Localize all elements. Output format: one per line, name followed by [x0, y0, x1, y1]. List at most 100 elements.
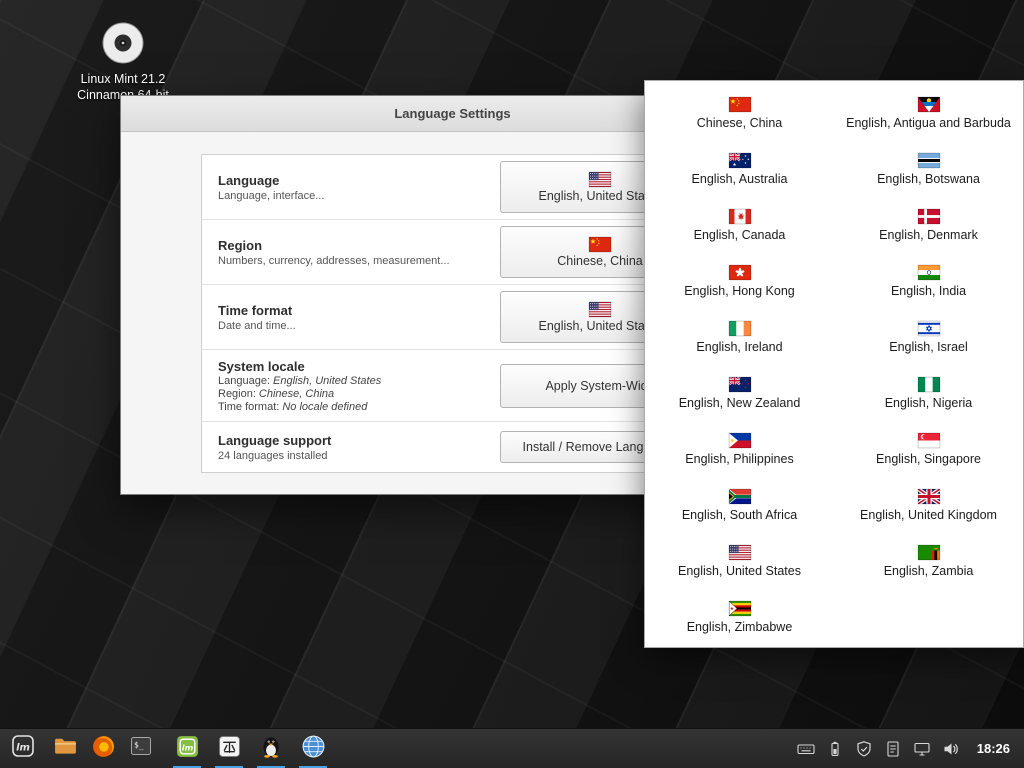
row-subtitle-language: Language, interface...	[218, 190, 324, 202]
window-title: Language Settings	[394, 106, 510, 121]
files-launcher[interactable]	[46, 729, 84, 768]
keyboard-tray-icon[interactable]	[797, 740, 815, 758]
language-option[interactable]: English, Ireland	[645, 309, 834, 365]
china-flag-icon	[589, 237, 611, 252]
language-selection-popup: Chinese, China English, Antigua and Barbu…	[644, 80, 1024, 648]
menu-button[interactable]: lm	[0, 729, 46, 768]
cd-disc-icon	[100, 20, 146, 71]
desktop-icon-label-line1: Linux Mint 21.2	[62, 71, 184, 87]
ca-flag-icon	[729, 209, 751, 224]
mint-install-icon: lm	[175, 734, 200, 764]
firefox-icon	[91, 734, 116, 764]
language-option-label: Chinese, China	[697, 116, 782, 130]
language-option[interactable]: English, Canada	[645, 197, 834, 253]
language-option-label: English, Antigua and Barbuda	[846, 116, 1011, 130]
language-option-label: English, Israel	[889, 340, 968, 354]
taskbar-window-desktop-globe[interactable]	[292, 729, 334, 768]
ph-flag-icon	[729, 433, 751, 448]
language-option[interactable]: English, Hong Kong	[645, 253, 834, 309]
us-flag-icon	[589, 302, 611, 317]
desktop-globe-icon	[301, 734, 326, 764]
taskbar-window-input-method[interactable]	[208, 729, 250, 768]
language-option[interactable]: English, New Zealand	[645, 365, 834, 421]
us-flag-icon	[589, 172, 611, 187]
menu-icon: lm	[10, 733, 36, 764]
battery-tray-icon[interactable]	[826, 740, 844, 758]
language-option-label: English, Zimbabwe	[687, 620, 793, 634]
svg-text:lm: lm	[181, 742, 193, 752]
language-option[interactable]: English, Philippines	[645, 421, 834, 477]
input-method-icon	[217, 734, 242, 764]
row-title-region: Region	[218, 238, 450, 253]
system-tray: 18:26	[797, 740, 1024, 758]
language-option-label: English, United Kingdom	[860, 508, 997, 522]
system-locale-region-line: Region:Chinese, China	[218, 388, 381, 400]
language-option-label: English, Canada	[694, 228, 786, 242]
language-option[interactable]: English, Zimbabwe	[645, 589, 834, 645]
system-locale-time-line: Time format:No locale defined	[218, 401, 381, 413]
row-title-language: Language	[218, 173, 324, 188]
cn-flag-icon	[729, 97, 751, 112]
region-select-value: Chinese, China	[557, 254, 642, 268]
il-flag-icon	[918, 321, 940, 336]
document-tray-icon[interactable]	[884, 740, 902, 758]
clock[interactable]: 18:26	[977, 741, 1010, 756]
gb-flag-icon	[918, 489, 940, 504]
svg-text:lm: lm	[16, 743, 30, 754]
firefox-launcher[interactable]	[84, 729, 122, 768]
language-option-label: English, India	[891, 284, 966, 298]
language-option-label: English, Hong Kong	[684, 284, 795, 298]
row-subtitle-time-format: Date and time...	[218, 320, 296, 332]
language-option-label: English, Philippines	[685, 452, 793, 466]
language-option[interactable]: English, United Kingdom	[834, 477, 1023, 533]
us-flag-icon	[589, 172, 611, 187]
taskbar-window-tux[interactable]	[250, 729, 292, 768]
language-option-label: English, Botswana	[877, 172, 980, 186]
volume-tray-icon[interactable]	[942, 740, 960, 758]
row-title-system-locale: System locale	[218, 359, 381, 374]
language-option[interactable]: English, Zambia	[834, 533, 1023, 589]
language-option[interactable]: English, India	[834, 253, 1023, 309]
nz-flag-icon	[729, 377, 751, 392]
ng-flag-icon	[918, 377, 940, 392]
network-tray-icon[interactable]	[913, 740, 931, 758]
za-flag-icon	[729, 489, 751, 504]
language-option[interactable]: English, South Africa	[645, 477, 834, 533]
desktop-icon-install-cd[interactable]: Linux Mint 21.2 Cinnamon 64-bit	[62, 20, 184, 103]
zm-flag-icon	[918, 545, 940, 560]
language-option[interactable]: English, Australia	[645, 141, 834, 197]
us-flag-icon	[589, 302, 611, 317]
row-subtitle-language-support: 24 languages installed	[218, 450, 331, 462]
files-icon	[53, 734, 78, 764]
ie-flag-icon	[729, 321, 751, 336]
language-option-label: English, Denmark	[879, 228, 978, 242]
sg-flag-icon	[918, 433, 940, 448]
language-option-label: English, South Africa	[682, 508, 797, 522]
language-option-grid: Chinese, China English, Antigua and Barbu…	[645, 81, 1023, 645]
row-title-language-support: Language support	[218, 433, 331, 448]
language-option[interactable]: English, United States	[645, 533, 834, 589]
language-option[interactable]: English, Botswana	[834, 141, 1023, 197]
language-option-label: English, Zambia	[884, 564, 974, 578]
row-title-time-format: Time format	[218, 303, 296, 318]
language-option-label: English, United States	[678, 564, 801, 578]
terminal-launcher[interactable]: $_	[122, 729, 160, 768]
zw-flag-icon	[729, 601, 751, 616]
au-flag-icon	[729, 153, 751, 168]
language-option[interactable]: English, Nigeria	[834, 365, 1023, 421]
language-option-label: English, New Zealand	[679, 396, 801, 410]
svg-text:$_: $_	[134, 741, 144, 750]
language-option[interactable]: English, Singapore	[834, 421, 1023, 477]
language-option[interactable]: English, Israel	[834, 309, 1023, 365]
language-option[interactable]: Chinese, China	[645, 85, 834, 141]
shield-tray-icon[interactable]	[855, 740, 873, 758]
language-option[interactable]: English, Denmark	[834, 197, 1023, 253]
system-locale-language-line: Language:English, United States	[218, 375, 381, 387]
hk-flag-icon	[729, 265, 751, 280]
language-option[interactable]: English, Antigua and Barbuda	[834, 85, 1023, 141]
dk-flag-icon	[918, 209, 940, 224]
language-option-label: English, Ireland	[696, 340, 782, 354]
row-subtitle-region: Numbers, currency, addresses, measuremen…	[218, 255, 450, 267]
taskbar-window-mint-install[interactable]: lm	[166, 729, 208, 768]
bw-flag-icon	[918, 153, 940, 168]
